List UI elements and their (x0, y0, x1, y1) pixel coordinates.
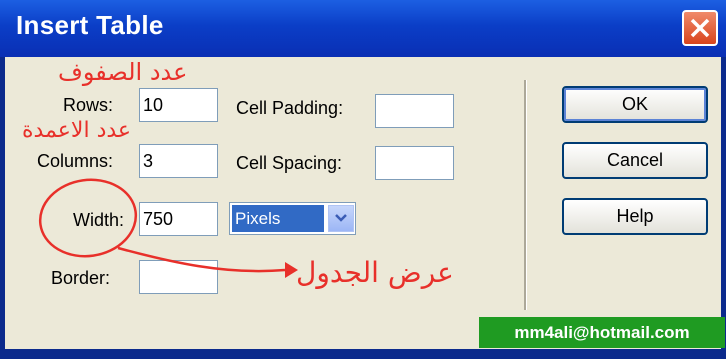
arrow-line (117, 246, 286, 273)
insert-table-dialog: Insert Table Rows: 10 Columns: 3 Width: … (0, 0, 726, 359)
annotation-ink (38, 178, 298, 278)
arrow-head (285, 262, 298, 278)
watermark-email: mm4ali@hotmail.com (479, 317, 725, 348)
